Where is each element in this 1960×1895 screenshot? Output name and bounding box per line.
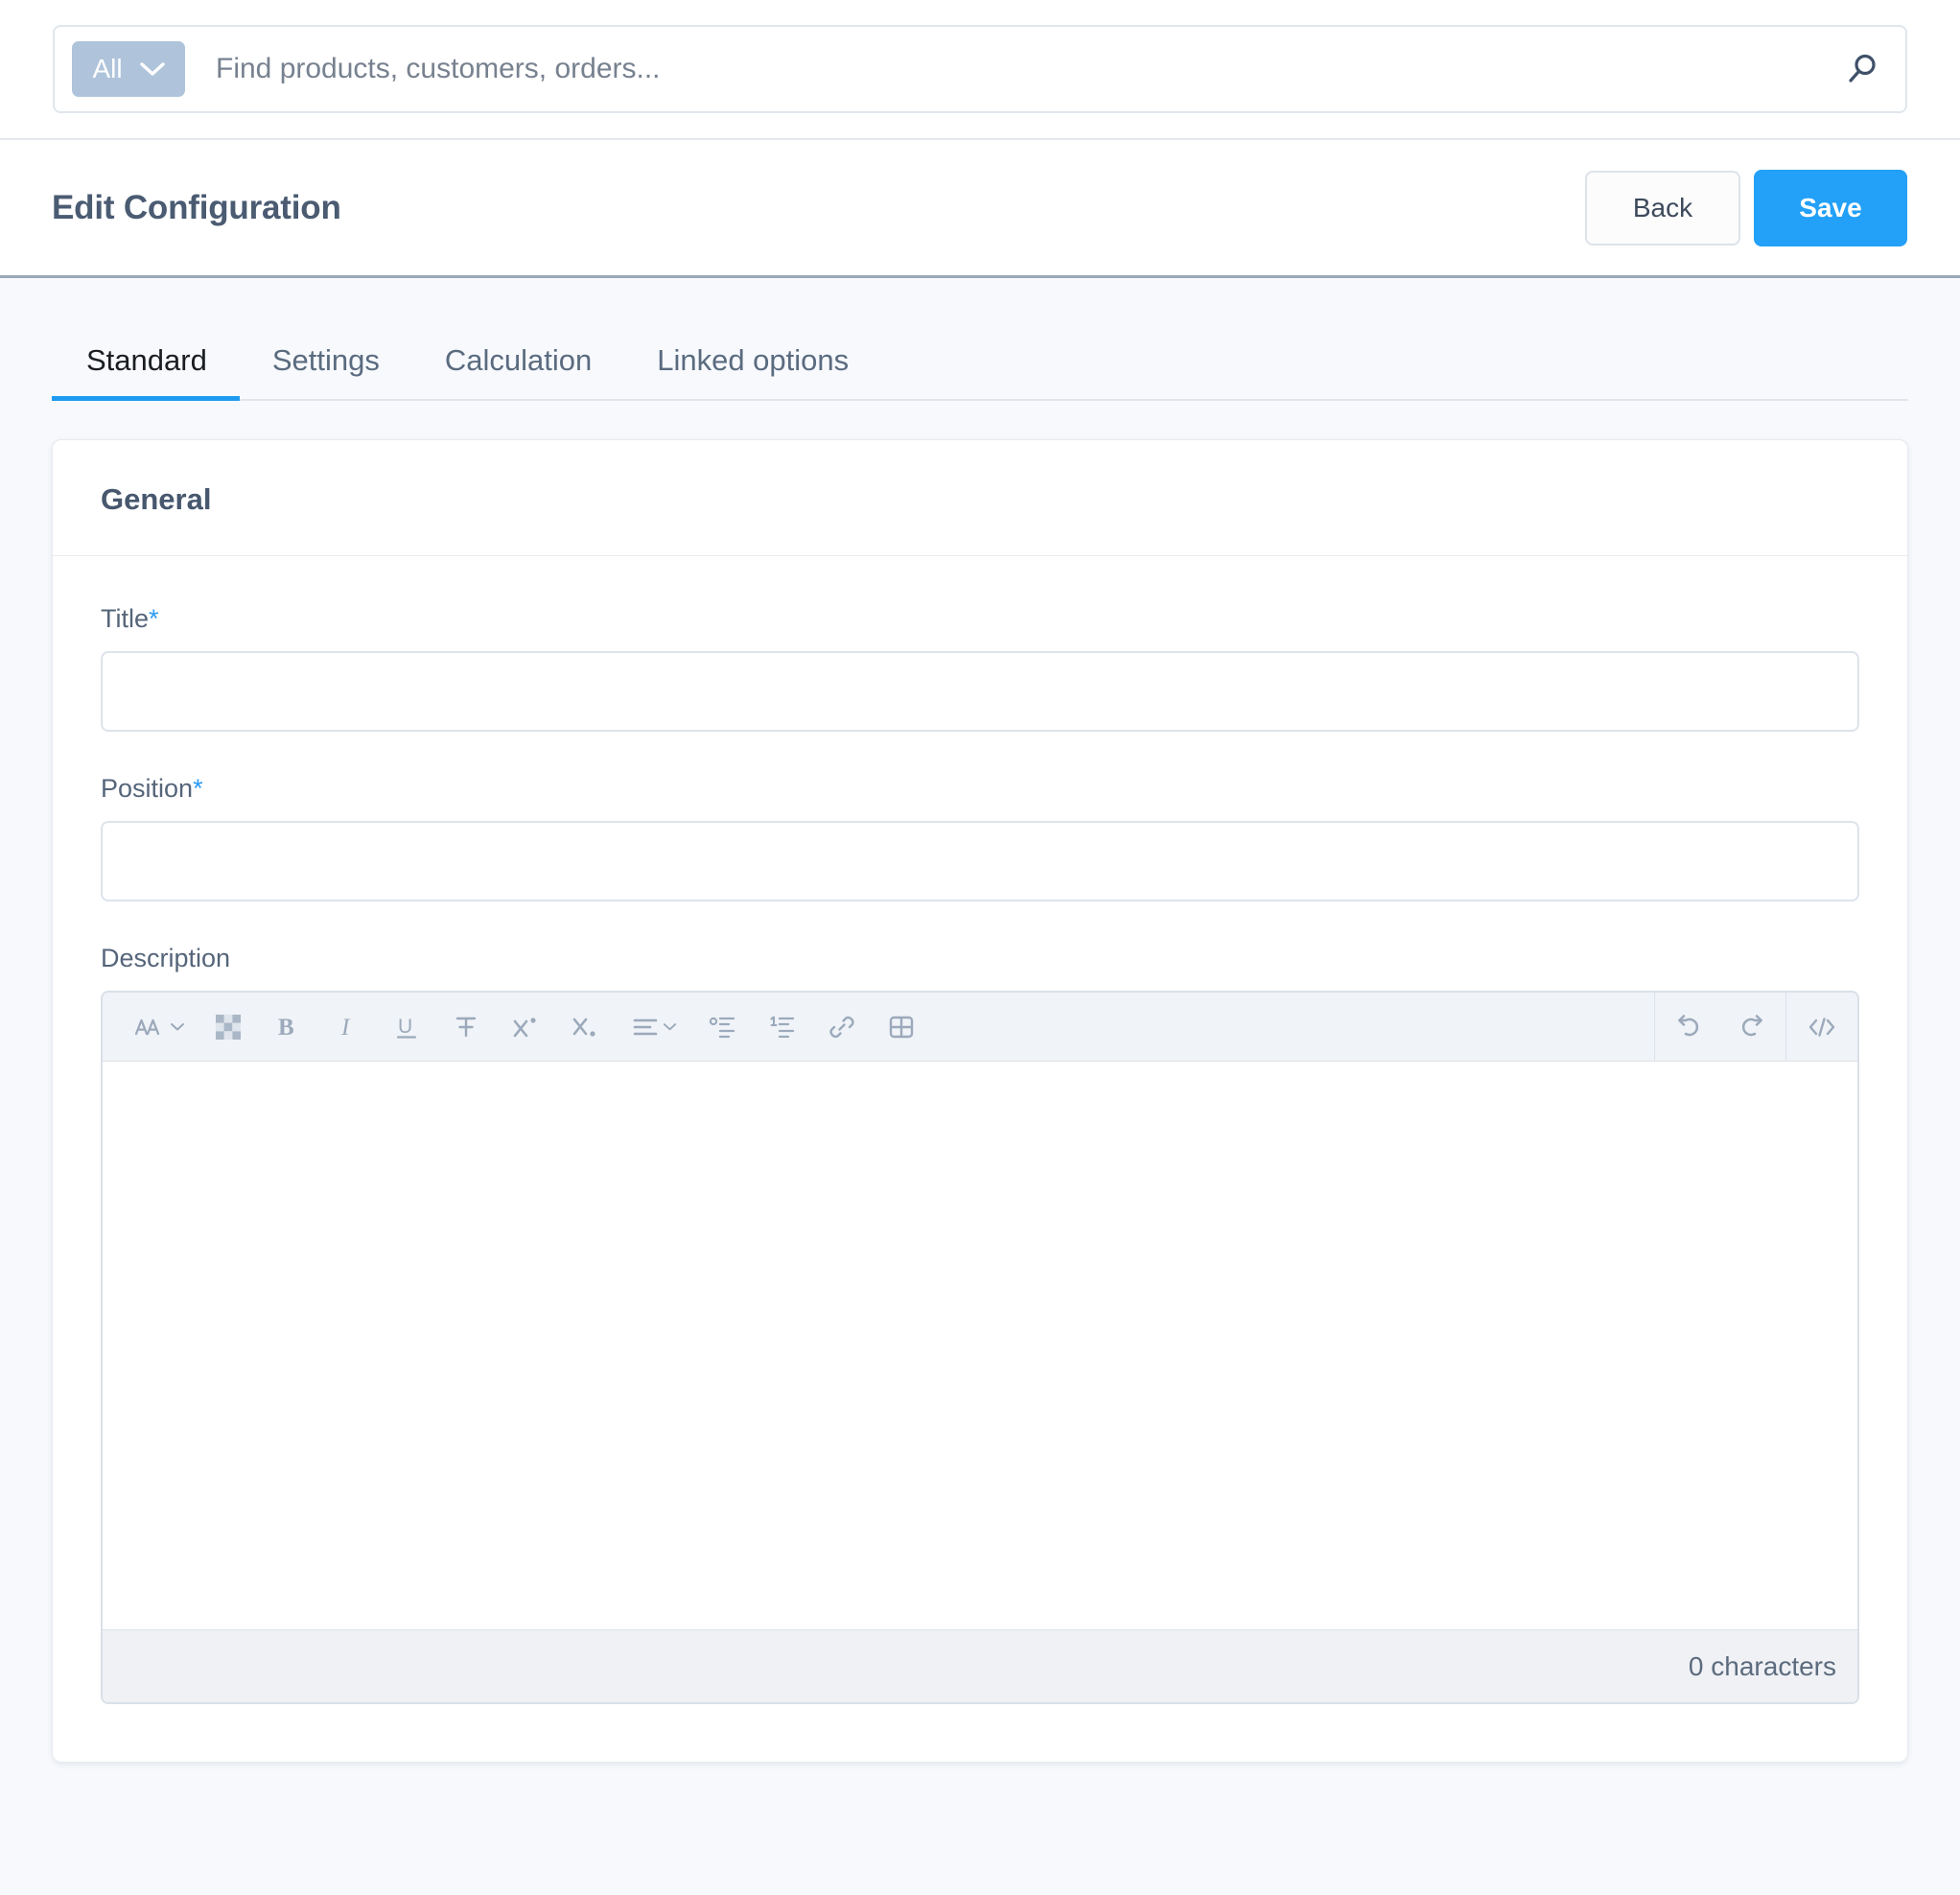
required-asterisk: * bbox=[149, 604, 159, 633]
search-icon[interactable] bbox=[1834, 42, 1888, 96]
tab-standard[interactable]: Standard bbox=[52, 343, 240, 401]
position-field-label: Position* bbox=[101, 774, 1859, 804]
align-icon[interactable] bbox=[615, 993, 693, 1062]
page-title: Edit Configuration bbox=[52, 188, 341, 226]
description-editor-content[interactable] bbox=[103, 1062, 1857, 1629]
underline-icon[interactable]: U bbox=[377, 993, 436, 1062]
tab-linked-options[interactable]: Linked options bbox=[624, 343, 881, 399]
save-button[interactable]: Save bbox=[1754, 169, 1907, 246]
required-asterisk: * bbox=[193, 774, 203, 803]
title-field-group: Title* bbox=[101, 604, 1859, 732]
redo-icon[interactable] bbox=[1720, 993, 1780, 1062]
bold-icon[interactable]: B bbox=[258, 993, 317, 1062]
tab-calculation[interactable]: Calculation bbox=[412, 343, 624, 399]
editor-toolbar-history-group bbox=[1654, 993, 1785, 1061]
header-actions: Back Save bbox=[1585, 169, 1907, 246]
subscript-icon[interactable] bbox=[555, 993, 615, 1062]
editor-footer: 0 characters bbox=[103, 1629, 1857, 1702]
general-card-body: Title* Position* Description B I U 0 cha… bbox=[53, 556, 1907, 1762]
code-view-icon[interactable] bbox=[1792, 993, 1852, 1062]
general-card: General Title* Position* Description B I… bbox=[52, 439, 1908, 1763]
general-card-title: General bbox=[101, 482, 212, 516]
editor-toolbar-spacer bbox=[937, 993, 1654, 1061]
search-box[interactable]: All bbox=[53, 25, 1907, 113]
text-color-icon[interactable] bbox=[198, 993, 258, 1062]
numbered-list-icon[interactable] bbox=[753, 993, 812, 1062]
svg-text:B: B bbox=[278, 1015, 294, 1041]
strikethrough-icon[interactable] bbox=[436, 993, 496, 1062]
search-input[interactable] bbox=[185, 53, 1834, 85]
tab-bar: Standard Settings Calculation Linked opt… bbox=[52, 343, 1908, 401]
character-count: 0 characters bbox=[1688, 1650, 1836, 1681]
description-rich-text-editor: B I U 0 characters bbox=[101, 991, 1859, 1704]
tab-settings[interactable]: Settings bbox=[240, 343, 412, 399]
search-scope-dropdown[interactable]: All bbox=[72, 41, 185, 97]
description-field-group: Description B I U 0 characters bbox=[101, 944, 1859, 1704]
title-field-label: Title* bbox=[101, 604, 1859, 634]
page-header: Edit Configuration Back Save bbox=[0, 140, 1960, 278]
position-label-text: Position bbox=[101, 774, 194, 803]
position-field-group: Position* bbox=[101, 774, 1859, 901]
content-area: Standard Settings Calculation Linked opt… bbox=[0, 343, 1960, 1763]
svg-text:U: U bbox=[398, 1016, 412, 1038]
undo-icon[interactable] bbox=[1661, 993, 1720, 1062]
editor-toolbar-source-group bbox=[1785, 993, 1857, 1061]
svg-text:I: I bbox=[340, 1015, 351, 1041]
link-icon[interactable] bbox=[812, 993, 872, 1062]
italic-icon[interactable]: I bbox=[317, 993, 377, 1062]
bullet-list-icon[interactable] bbox=[693, 993, 753, 1062]
title-input[interactable] bbox=[101, 651, 1859, 732]
general-card-header: General bbox=[53, 440, 1907, 556]
global-search-region: All bbox=[0, 0, 1960, 140]
superscript-icon[interactable] bbox=[496, 993, 555, 1062]
position-input[interactable] bbox=[101, 821, 1859, 901]
back-button[interactable]: Back bbox=[1585, 170, 1740, 246]
search-scope-label: All bbox=[92, 54, 123, 83]
description-field-label: Description bbox=[101, 944, 231, 972]
font-size-icon[interactable] bbox=[120, 993, 198, 1062]
title-label-text: Title bbox=[101, 604, 150, 633]
editor-toolbar-format-group: B I U bbox=[103, 993, 937, 1061]
table-icon[interactable] bbox=[872, 993, 931, 1062]
chevron-down-icon bbox=[139, 61, 165, 77]
editor-toolbar: B I U bbox=[103, 993, 1857, 1062]
